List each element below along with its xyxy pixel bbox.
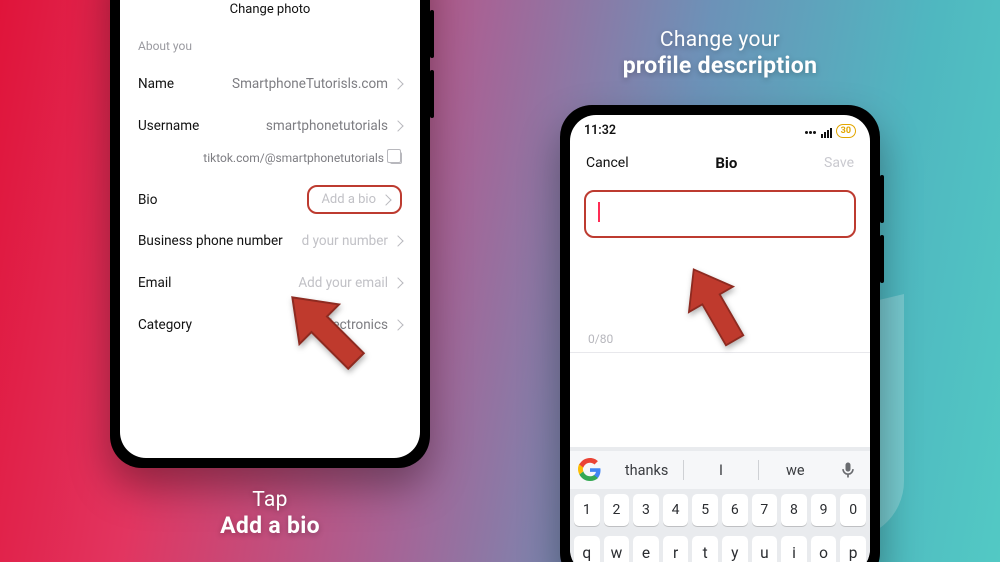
caption-left-line1: Tap [120,488,420,512]
key-8[interactable]: 8 [781,494,807,526]
caption-left-line2: Add a bio [120,512,420,539]
value-name: SmartphoneTutorisls.com [232,76,388,92]
key-4[interactable]: 4 [663,494,689,526]
chevron-right-icon [380,194,391,205]
cancel-button[interactable]: Cancel [586,155,629,171]
profile-url: tiktok.com/@smartphonetutorials [203,151,384,165]
suggestion-3[interactable]: we [759,462,832,479]
key-t[interactable]: t [692,536,718,562]
label-username: Username [138,118,199,134]
key-y[interactable]: y [722,536,748,562]
signal-icon [820,123,832,138]
row-username[interactable]: Username smartphonetutorials [120,105,420,147]
key-7[interactable]: 7 [752,494,778,526]
key-0[interactable]: 0 [840,494,866,526]
key-w[interactable]: w [604,536,630,562]
mic-icon[interactable] [838,460,858,480]
battery-icon: 30 [836,124,856,138]
bio-placeholder: Add a bio [321,192,376,207]
key-2[interactable]: 2 [604,494,630,526]
caption-right-line1: Change your [560,28,880,52]
about-you-header: About you [120,17,420,63]
row-bio[interactable]: Bio Add a bio [120,179,420,220]
key-p[interactable]: p [840,536,866,562]
key-3[interactable]: 3 [633,494,659,526]
chevron-right-icon [392,319,403,330]
bio-text-field[interactable] [584,190,856,238]
key-6[interactable]: 6 [722,494,748,526]
key-e[interactable]: e [633,536,659,562]
chevron-right-icon [392,78,403,89]
value-username: smartphonetutorials [266,118,388,134]
chevron-right-icon [392,277,403,288]
key-1[interactable]: 1 [574,494,600,526]
caption-left: Tap Add a bio [120,488,420,539]
phone-edit-profile: Change photo About you Name SmartphoneTu… [110,0,430,468]
keyboard-number-row: 1 2 3 4 5 6 7 8 9 0 [570,489,870,531]
label-category: Category [138,317,192,333]
key-o[interactable]: o [811,536,837,562]
suggestion-2[interactable]: I [684,462,757,479]
label-name: Name [138,76,174,92]
key-9[interactable]: 9 [811,494,837,526]
key-i[interactable]: i [781,536,807,562]
page-title: Bio [715,154,737,172]
suggestion-bar: thanks I we [570,451,870,489]
arrow-pointer-right [666,258,766,358]
text-caret [598,202,600,222]
arrow-pointer-left [272,277,382,387]
chevron-right-icon [392,235,403,246]
caption-right: Change your profile description [560,28,880,79]
status-time: 11:32 [584,123,616,138]
status-bar: 11:32 30 [570,115,870,142]
profile-url-row[interactable]: tiktok.com/@smartphonetutorials [120,147,420,179]
nav-bar: Cancel Bio Save [570,142,870,182]
placeholder-business-phone: d your number [302,233,388,249]
change-photo-link[interactable]: Change photo [230,2,311,17]
row-business-phone[interactable]: Business phone number d your number [120,220,420,262]
caption-right-line2: profile description [560,52,880,79]
key-5[interactable]: 5 [692,494,718,526]
copy-icon[interactable] [390,152,402,164]
chevron-right-icon [392,120,403,131]
key-u[interactable]: u [752,536,778,562]
suggestion-1[interactable]: thanks [610,462,683,479]
google-icon[interactable] [578,458,602,482]
menu-dots-icon [804,123,816,138]
key-r[interactable]: r [663,536,689,562]
save-button[interactable]: Save [824,155,854,171]
label-bio: Bio [138,192,157,208]
on-screen-keyboard[interactable]: thanks I we 1 2 3 4 5 6 7 8 9 [570,447,870,562]
add-bio-button[interactable]: Add a bio [307,185,402,214]
row-name[interactable]: Name SmartphoneTutorisls.com [120,63,420,105]
label-business-phone: Business phone number [138,233,283,249]
label-email: Email [138,275,171,291]
key-q[interactable]: q [574,536,600,562]
keyboard-qwerty-row: q w e r t y u i o p [570,531,870,562]
